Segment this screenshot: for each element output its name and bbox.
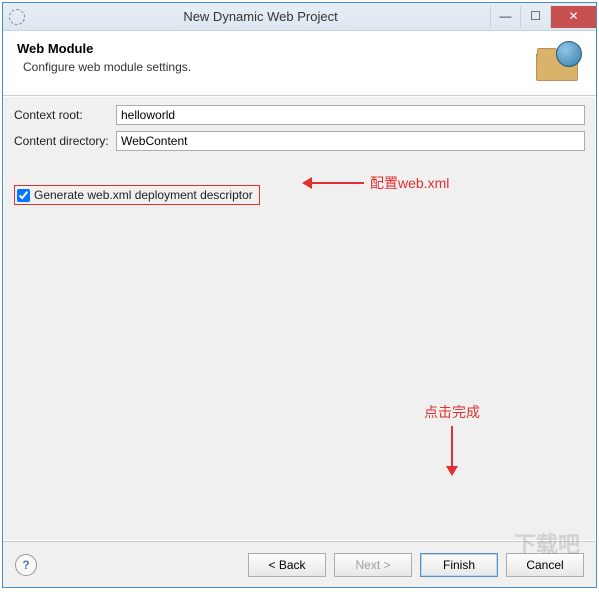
page-subtitle: Configure web module settings. (17, 60, 534, 74)
content-area: Context root: Content directory: Generat… (3, 96, 596, 541)
generate-xml-checkbox[interactable] (17, 189, 30, 202)
cancel-button[interactable]: Cancel (506, 553, 584, 577)
minimize-button[interactable]: — (490, 6, 520, 28)
button-bar: ? < Back Next > Finish Cancel (3, 541, 596, 587)
annotation-config-web-text: 配置web.xml (370, 173, 449, 193)
window-title: New Dynamic Web Project (31, 9, 490, 24)
annotation-config-web: 配置web.xml (304, 173, 449, 193)
eclipse-icon (9, 9, 25, 25)
annotation-click-finish: 点击完成 (424, 402, 480, 474)
window-controls: — ☐ ✕ (490, 6, 596, 28)
titlebar: New Dynamic Web Project — ☐ ✕ (3, 3, 596, 31)
web-project-icon (534, 41, 582, 83)
wizard-header: Web Module Configure web module settings… (3, 31, 596, 96)
content-directory-label: Content directory: (14, 134, 116, 148)
context-root-input[interactable] (116, 105, 585, 125)
arrow-left-icon (304, 182, 364, 184)
finish-button[interactable]: Finish (420, 553, 498, 577)
maximize-button[interactable]: ☐ (520, 6, 550, 28)
help-button[interactable]: ? (15, 554, 37, 576)
header-text: Web Module Configure web module settings… (17, 41, 534, 74)
context-root-label: Context root: (14, 108, 116, 122)
generate-xml-checkbox-wrap: Generate web.xml deployment descriptor (14, 185, 260, 205)
close-button[interactable]: ✕ (550, 6, 596, 28)
page-title: Web Module (17, 41, 534, 56)
next-button[interactable]: Next > (334, 553, 412, 577)
content-directory-input[interactable] (116, 131, 585, 151)
dialog-window: New Dynamic Web Project — ☐ ✕ Web Module… (2, 2, 597, 588)
context-root-row: Context root: (14, 105, 585, 125)
back-button[interactable]: < Back (248, 553, 326, 577)
generate-xml-label: Generate web.xml deployment descriptor (34, 188, 253, 202)
annotation-click-finish-text: 点击完成 (424, 404, 480, 420)
arrow-down-icon (451, 426, 453, 474)
content-directory-row: Content directory: (14, 131, 585, 151)
